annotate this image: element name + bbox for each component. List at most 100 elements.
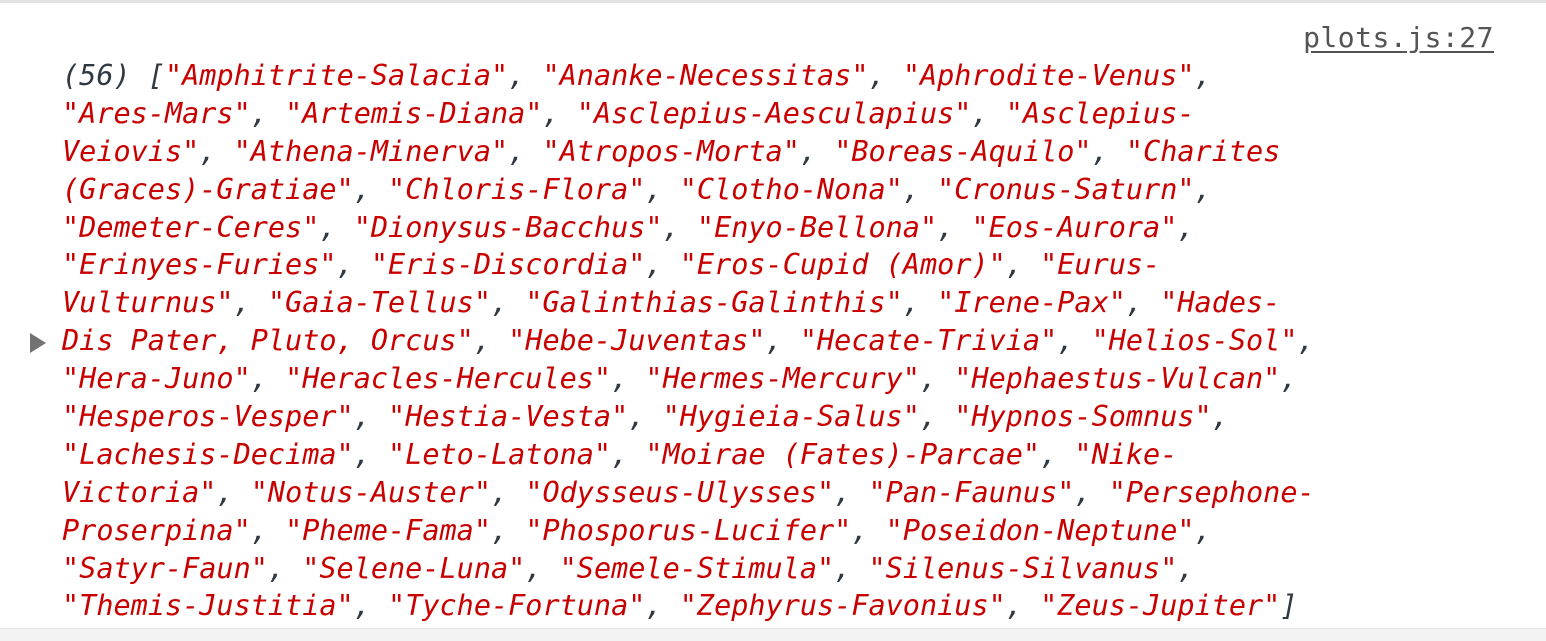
array-preview-line: "Satyr-Faun", "Selene-Luna", "Semele-Sti… bbox=[62, 550, 1522, 588]
separator: , bbox=[1040, 437, 1075, 471]
array-item-string: "Heracles-Hercules" bbox=[285, 362, 612, 396]
array-item-string: "Silenus-Silvanus" bbox=[868, 551, 1178, 585]
console-bottom-divider bbox=[0, 628, 1546, 641]
array-item-string: "Galinthias-Galinthis" bbox=[525, 286, 903, 320]
separator: , bbox=[919, 400, 955, 434]
separator: , bbox=[628, 400, 663, 434]
array-item-string: "Eos-Aurora" bbox=[971, 210, 1178, 244]
array-item-string: "Notus-Auster" bbox=[250, 475, 491, 509]
array-item-string: "Hecate-Trivia" bbox=[799, 324, 1058, 358]
array-preview-line: Dis Pater, Pluto, Orcus", "Hebe-Juventas… bbox=[62, 322, 1522, 360]
separator: , bbox=[1280, 362, 1298, 396]
separator: , bbox=[902, 172, 938, 206]
separator: , bbox=[508, 59, 543, 92]
separator: , bbox=[971, 96, 1006, 130]
separator: , bbox=[765, 324, 800, 358]
array-item-string: "Hesperos-Vesper" bbox=[62, 400, 354, 434]
separator: , bbox=[611, 437, 646, 471]
separator: , bbox=[1074, 475, 1109, 509]
array-item-string: "Zephyrus-Favonius" bbox=[679, 589, 1006, 623]
array-item-string: "Clotho-Nona" bbox=[679, 172, 903, 206]
separator: , bbox=[834, 475, 869, 509]
array-item-string: "Gaia-Tellus" bbox=[267, 286, 491, 320]
array-length-label: (56) bbox=[62, 59, 131, 92]
array-item-string: "Boreas-Aquilo" bbox=[834, 134, 1092, 168]
separator: , bbox=[1194, 172, 1212, 206]
array-item-string: "Helios-Sol" bbox=[1091, 324, 1298, 358]
separator: , bbox=[645, 172, 680, 206]
separator: , bbox=[250, 513, 286, 547]
array-item-string: "Lachesis-Decima" bbox=[62, 437, 354, 471]
console-log-entry: plots.js:27 (56) ["Amphitrite-Salacia", … bbox=[0, 3, 1546, 627]
array-item-string: Vulturnus" bbox=[62, 286, 234, 320]
separator: , bbox=[250, 362, 286, 396]
array-item-string: "Hephaestus-Vulcan" bbox=[954, 362, 1281, 396]
array-preview-line: "Erinyes-Furies", "Eris-Discordia", "Ero… bbox=[62, 246, 1522, 284]
separator: , bbox=[1091, 134, 1126, 168]
array-item-string: "Hygieia-Salus" bbox=[662, 400, 920, 434]
array-preview-line: "Lachesis-Decima", "Leto-Latona", "Moira… bbox=[62, 436, 1522, 474]
array-item-string: "Aphrodite-Venus" bbox=[902, 59, 1195, 92]
array-item-string: "Hestia-Vesta" bbox=[388, 400, 629, 434]
array-item-string: "Semele-Stimula" bbox=[559, 551, 835, 585]
separator: , bbox=[525, 551, 560, 585]
array-item-string: Proserpina" bbox=[62, 513, 251, 547]
separator: , bbox=[902, 286, 938, 320]
array-preview-line: Proserpina", "Pheme-Fama", "Phosporus-Lu… bbox=[62, 512, 1522, 550]
separator: , bbox=[490, 286, 526, 320]
separator: , bbox=[1194, 513, 1212, 547]
array-item-string: "Hades- bbox=[1160, 286, 1281, 320]
array-item-string: Veiovis" bbox=[62, 134, 200, 168]
array-item-string: "Pheme-Fama" bbox=[285, 513, 491, 547]
array-item-string: "Enyo-Bellona" bbox=[696, 210, 938, 244]
separator: , bbox=[267, 551, 303, 585]
array-item-string: "Cronus-Saturn" bbox=[937, 172, 1195, 206]
array-preview[interactable]: (56) ["Amphitrite-Salacia", "Ananke-Nece… bbox=[62, 57, 1522, 625]
array-preview-line: (56) ["Amphitrite-Salacia", "Ananke-Nece… bbox=[62, 57, 1522, 95]
array-item-string: "Persephone- bbox=[1108, 475, 1315, 509]
array-item-string: "Ananke-Necessitas" bbox=[542, 59, 869, 92]
separator: , bbox=[473, 324, 509, 358]
array-preview-line: (Graces)-Gratiae", "Chloris-Flora", "Clo… bbox=[62, 171, 1522, 209]
array-preview-line: "Ares-Mars", "Artemis-Diana", "Asclepius… bbox=[62, 95, 1522, 133]
array-item-string: "Erinyes-Furies" bbox=[62, 248, 337, 282]
separator: , bbox=[353, 400, 389, 434]
array-item-string: "Eros-Cupid (Amor)" bbox=[679, 248, 1006, 282]
separator: , bbox=[851, 513, 886, 547]
array-item-string: "Moirae (Fates)-Parcae" bbox=[645, 437, 1041, 471]
array-item-string: "Athena-Minerva" bbox=[233, 134, 509, 168]
separator: , bbox=[250, 96, 286, 130]
separator: , bbox=[645, 589, 680, 623]
array-item-string: "Themis-Justitia" bbox=[62, 589, 354, 623]
array-preview-line: "Demeter-Ceres", "Dionysus-Bacchus", "En… bbox=[62, 209, 1522, 247]
array-item-string: "Odysseus-Ulysses" bbox=[525, 475, 835, 509]
array-item-string: "Tyche-Fortuna" bbox=[388, 589, 646, 623]
array-item-string: "Leto-Latona" bbox=[388, 437, 612, 471]
array-preview-line: "Hera-Juno", "Heracles-Hercules", "Herme… bbox=[62, 360, 1522, 398]
array-item-string: "Selene-Luna" bbox=[302, 551, 526, 585]
array-item-string: "Poseidon-Neptune" bbox=[885, 513, 1195, 547]
separator: , bbox=[919, 362, 955, 396]
separator: , bbox=[353, 437, 389, 471]
separator: , bbox=[937, 210, 972, 244]
separator: , bbox=[868, 59, 903, 92]
array-item-string: "Nike- bbox=[1074, 437, 1178, 471]
separator: , bbox=[508, 134, 543, 168]
separator: , bbox=[353, 589, 389, 623]
array-item-string: "Hypnos-Somnus" bbox=[954, 400, 1212, 434]
separator: , bbox=[799, 134, 835, 168]
array-item-string: "Irene-Pax" bbox=[937, 286, 1126, 320]
array-item-string: "Chloris-Flora" bbox=[388, 172, 646, 206]
array-item-string: "Eurus- bbox=[1040, 248, 1161, 282]
array-item-string: "Amphitrite-Salacia" bbox=[164, 59, 509, 92]
separator: , bbox=[542, 96, 577, 130]
separator: , bbox=[1125, 286, 1161, 320]
separator: , bbox=[319, 210, 354, 244]
separator: , bbox=[233, 286, 268, 320]
separator: , bbox=[1177, 210, 1195, 244]
triangle-right-icon[interactable] bbox=[30, 333, 46, 353]
source-location-link[interactable]: plots.js:27 bbox=[1303, 21, 1494, 54]
close-bracket: ] bbox=[1280, 589, 1298, 623]
separator: , bbox=[645, 248, 680, 282]
array-item-string: (Graces)-Gratiae" bbox=[62, 172, 354, 206]
